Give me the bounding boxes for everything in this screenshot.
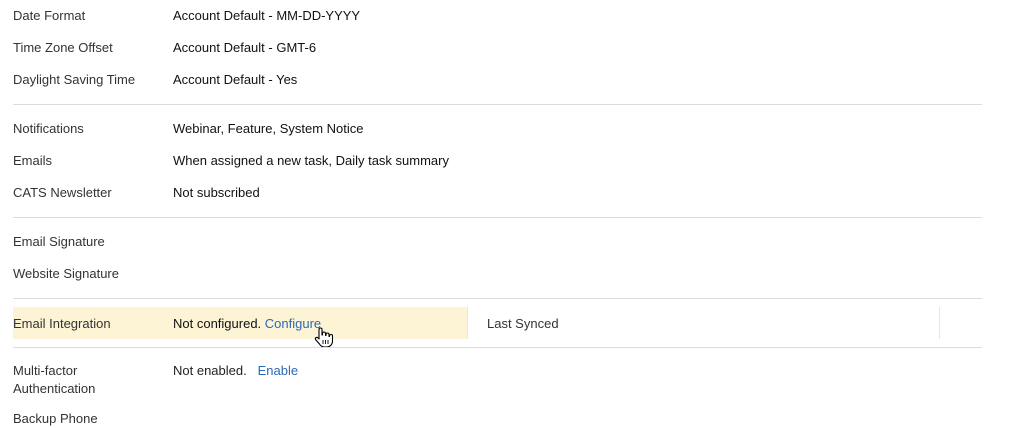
setting-row-time-zone: Time Zone Offset Account Default - GMT-6 [13,37,982,57]
setting-label: Website Signature [13,265,119,281]
setting-label: Notifications [13,120,84,136]
email-integration-status: Not configured. [173,315,262,331]
setting-value: Webinar, Feature, System Notice [173,120,364,136]
setting-row-emails: Emails When assigned a new task, Daily t… [13,150,982,170]
column-separator [939,307,940,339]
setting-value: Not subscribed [173,184,260,200]
setting-value-mfa: Not enabled. Enable [173,362,298,380]
setting-value: Account Default - Yes [173,71,298,87]
setting-value: Account Default - MM-DD-YYYY [173,7,361,23]
mfa-label-line2: Authentication [13,381,96,396]
mfa-status: Not enabled. [173,363,247,378]
setting-label: Date Format [13,7,86,23]
setting-row-backup-phone: Backup Phone [13,408,982,428]
setting-label: Time Zone Offset [13,39,113,55]
setting-label: Email Signature [13,233,105,249]
setting-row-website-signature: Website Signature [13,263,982,283]
last-synced-label: Last Synced [487,315,559,331]
setting-row-date-format: Date Format Account Default - MM-DD-YYYY [13,5,982,25]
setting-label-mfa: Multi-factor Authentication [13,362,163,398]
setting-value: Account Default - GMT-6 [173,39,317,55]
setting-value: When assigned a new task, Daily task sum… [173,152,449,168]
setting-label: Email Integration [13,315,111,331]
section-divider [13,347,982,348]
setting-row-email-signature: Email Signature [13,231,982,251]
setting-row-newsletter: CATS Newsletter Not subscribed [13,182,982,202]
setting-row-notifications: Notifications Webinar, Feature, System N… [13,118,982,138]
section-divider [13,217,982,218]
section-divider [13,298,982,299]
setting-label: Daylight Saving Time [13,71,136,87]
section-divider [13,104,982,105]
enable-mfa-link[interactable]: Enable [258,363,298,378]
setting-row-email-integration: Email Integration Not configured. Config… [13,307,467,339]
setting-label: Backup Phone [13,410,98,426]
setting-row-dst: Daylight Saving Time Account Default - Y… [13,69,982,89]
column-separator [467,307,468,339]
setting-label: CATS Newsletter [13,184,112,200]
setting-label: Emails [13,152,53,168]
mfa-label-line1: Multi-factor [13,363,78,378]
